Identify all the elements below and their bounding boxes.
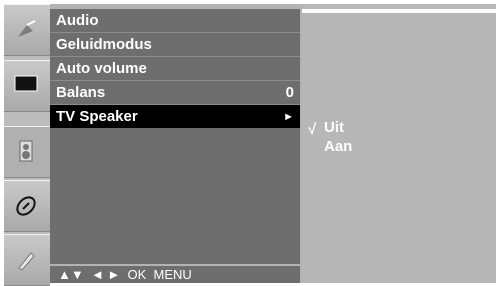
menu-item-label: Auto volume: [56, 60, 147, 77]
checkmark-icon: √: [308, 121, 317, 138]
balance-value: 0: [285, 84, 294, 101]
audio-menu-panel: Audio Geluidmodus Auto volume Balans 0 T…: [50, 4, 302, 283]
menu-list: Geluidmodus Auto volume Balans 0 TV Spea…: [50, 32, 300, 264]
menu-item-label: TV Speaker: [56, 108, 138, 125]
clock-icon: [16, 196, 36, 216]
menu-item-label: Geluidmodus: [56, 36, 152, 53]
submenu-arrow-icon: ►: [283, 111, 294, 123]
tab-station[interactable]: [4, 4, 50, 56]
tab-audio[interactable]: [4, 126, 50, 178]
category-icon-strip: [4, 4, 50, 286]
submenu-option-uit[interactable]: Uit: [324, 119, 344, 137]
menu-item-geluidmodus[interactable]: Geluidmodus: [50, 32, 300, 56]
menu-item-tv-speaker[interactable]: TV Speaker ►: [50, 104, 300, 128]
speaker-icon: [19, 140, 33, 162]
menu-item-balans[interactable]: Balans 0: [50, 80, 300, 104]
tab-setup[interactable]: [4, 234, 50, 286]
tab-time[interactable]: [4, 180, 50, 232]
menu-item-auto-volume[interactable]: Auto volume: [50, 56, 300, 80]
menu-footer-hints: ▲▼ ◄ ► OK MENU: [50, 266, 300, 283]
screen-icon: [14, 75, 38, 92]
menu-item-label: Balans: [56, 84, 106, 101]
osd-screen: Audio Geluidmodus Auto volume Balans 0 T…: [4, 4, 496, 286]
tab-picture[interactable]: [4, 60, 50, 112]
menu-title: Audio: [50, 9, 300, 32]
submenu-header-divider: [302, 9, 496, 13]
settings-wand-icon: [18, 252, 35, 271]
tv-speaker-submenu: √ Uit Aan: [302, 4, 496, 283]
submenu-option-aan[interactable]: Aan: [324, 138, 352, 156]
satellite-dish-icon: [18, 20, 36, 37]
